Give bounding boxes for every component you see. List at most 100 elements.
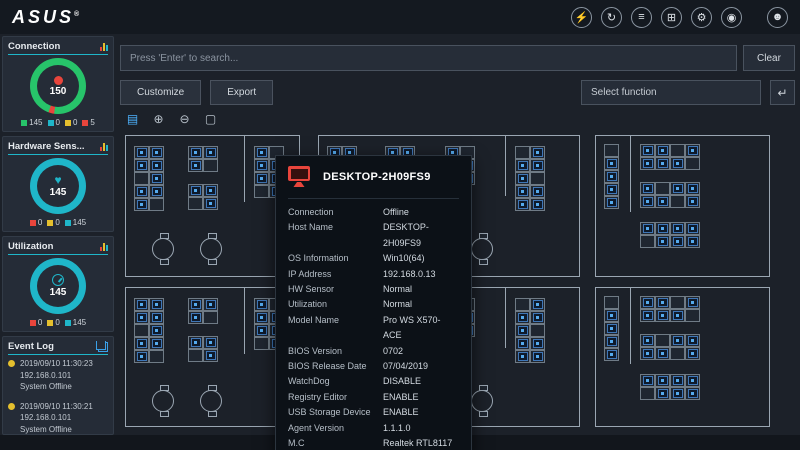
workstation-icon[interactable] xyxy=(673,237,683,246)
network-icon[interactable]: ◉ xyxy=(721,7,742,28)
workstation-icon[interactable] xyxy=(206,199,216,208)
workstation-icon[interactable] xyxy=(643,224,653,233)
workstation-icon[interactable] xyxy=(137,187,147,196)
workstation-icon[interactable] xyxy=(257,148,267,157)
workstation-icon[interactable] xyxy=(673,336,683,345)
workstation-icon[interactable] xyxy=(643,146,653,155)
expand-icon[interactable] xyxy=(98,342,108,352)
workstation-icon[interactable] xyxy=(257,161,267,170)
search-input[interactable] xyxy=(120,45,737,71)
workstation-icon[interactable] xyxy=(191,313,201,322)
report-icon[interactable]: ≡ xyxy=(631,7,652,28)
workstation-icon[interactable] xyxy=(673,184,683,193)
workstation-icon[interactable] xyxy=(191,338,201,347)
workstation-icon[interactable] xyxy=(257,313,267,322)
workstation-icon[interactable] xyxy=(643,311,653,320)
workstation-icon[interactable] xyxy=(206,186,216,195)
workstation-icon[interactable] xyxy=(658,237,668,246)
workstation-icon[interactable] xyxy=(152,174,162,183)
workstation-icon[interactable] xyxy=(658,349,668,358)
account-management-icon[interactable]: ⊞ xyxy=(661,7,682,28)
workstation-icon[interactable] xyxy=(257,174,267,183)
workstation-icon[interactable] xyxy=(643,159,653,168)
workstation-icon[interactable] xyxy=(607,198,617,207)
workstation-icon[interactable] xyxy=(206,300,216,309)
workstation-icon[interactable] xyxy=(643,349,653,358)
workstation-icon[interactable] xyxy=(533,187,543,196)
workstation-icon[interactable] xyxy=(688,298,698,307)
workstation-icon[interactable] xyxy=(658,197,668,206)
workstation-icon[interactable] xyxy=(688,376,698,385)
apply-function-button[interactable]: ↵ xyxy=(770,80,795,105)
workstation-icon[interactable] xyxy=(607,324,617,333)
workstation-icon[interactable] xyxy=(518,187,528,196)
marquee-select-icon[interactable]: ▢ xyxy=(201,111,220,127)
workstation-icon[interactable] xyxy=(533,200,543,209)
workstation-icon[interactable] xyxy=(658,159,668,168)
workstation-icon[interactable] xyxy=(533,300,543,309)
workstation-icon[interactable] xyxy=(518,326,528,335)
workstation-icon[interactable] xyxy=(673,224,683,233)
workstation-icon[interactable] xyxy=(607,350,617,359)
workstation-icon[interactable] xyxy=(688,336,698,345)
workstation-icon[interactable] xyxy=(658,146,668,155)
workstation-icon[interactable] xyxy=(191,186,201,195)
workstation-icon[interactable] xyxy=(137,161,147,170)
workstation-icon[interactable] xyxy=(673,311,683,320)
workstation-icon[interactable] xyxy=(152,300,162,309)
workstation-icon[interactable] xyxy=(152,339,162,348)
workstation-icon[interactable] xyxy=(688,349,698,358)
workstation-icon[interactable] xyxy=(206,148,216,157)
workstation-icon[interactable] xyxy=(518,339,528,348)
workstation-icon[interactable] xyxy=(518,352,528,361)
select-function-dropdown[interactable]: Select function xyxy=(581,80,761,105)
workstation-icon[interactable] xyxy=(643,184,653,193)
workstation-icon[interactable] xyxy=(688,389,698,398)
workstation-icon[interactable] xyxy=(533,161,543,170)
workstation-icon[interactable] xyxy=(658,298,668,307)
event-log-entry[interactable]: 2019/09/10 11:30:21192.168.0.101System O… xyxy=(8,401,108,436)
workstation-icon[interactable] xyxy=(673,376,683,385)
workstation-icon[interactable] xyxy=(658,376,668,385)
workstation-icon[interactable] xyxy=(658,389,668,398)
workstation-icon[interactable] xyxy=(257,300,267,309)
workstation-icon[interactable] xyxy=(533,313,543,322)
user-icon[interactable]: ☻ xyxy=(767,7,788,28)
workstation-icon[interactable] xyxy=(688,237,698,246)
workstation-icon[interactable] xyxy=(518,200,528,209)
workstation-icon[interactable] xyxy=(533,352,543,361)
workstation-icon[interactable] xyxy=(607,172,617,181)
workstation-icon[interactable] xyxy=(607,159,617,168)
workstation-icon[interactable] xyxy=(206,338,216,347)
workstation-icon[interactable] xyxy=(518,174,528,183)
workstation-icon[interactable] xyxy=(137,300,147,309)
workstation-icon[interactable] xyxy=(518,313,528,322)
customize-button[interactable]: Customize xyxy=(120,80,201,105)
workstation-icon[interactable] xyxy=(607,185,617,194)
workstation-icon[interactable] xyxy=(643,197,653,206)
remote-control-icon[interactable]: ⚡ xyxy=(571,7,592,28)
workstation-icon[interactable] xyxy=(607,337,617,346)
zoom-out-icon[interactable]: ⊖ xyxy=(175,111,194,127)
export-button[interactable]: Export xyxy=(210,80,273,105)
workstation-icon[interactable] xyxy=(152,326,162,335)
workstation-icon[interactable] xyxy=(643,298,653,307)
zoom-in-icon[interactable]: ⊕ xyxy=(149,111,168,127)
workstation-icon[interactable] xyxy=(658,311,668,320)
workstation-icon[interactable] xyxy=(643,376,653,385)
clear-button[interactable]: Clear xyxy=(743,45,795,71)
settings-icon[interactable]: ⚙ xyxy=(691,7,712,28)
workstation-icon[interactable] xyxy=(688,197,698,206)
workstation-icon[interactable] xyxy=(643,336,653,345)
deployment-icon[interactable]: ↻ xyxy=(601,7,622,28)
workstation-icon[interactable] xyxy=(533,339,543,348)
workstation-icon[interactable] xyxy=(191,161,201,170)
workstation-icon[interactable] xyxy=(658,224,668,233)
workstation-icon[interactable] xyxy=(152,148,162,157)
workstation-icon[interactable] xyxy=(533,148,543,157)
workstation-icon[interactable] xyxy=(673,159,683,168)
workstation-icon[interactable] xyxy=(137,339,147,348)
workstation-icon[interactable] xyxy=(688,146,698,155)
workstation-icon[interactable] xyxy=(688,184,698,193)
workstation-icon[interactable] xyxy=(191,300,201,309)
